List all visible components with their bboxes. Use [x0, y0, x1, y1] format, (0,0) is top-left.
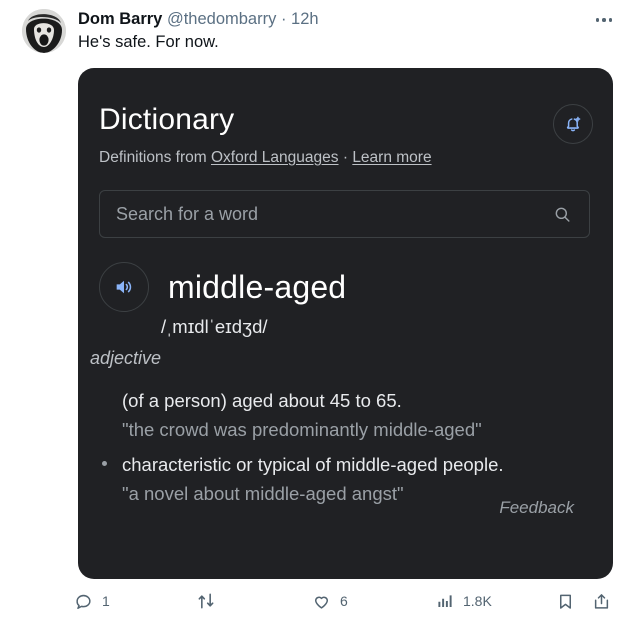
more-dot [602, 18, 606, 22]
views-button[interactable]: 1.8K [436, 586, 492, 616]
avatar[interactable] [22, 9, 66, 53]
attribution-separator: · [338, 149, 353, 166]
attribution-prefix: Definitions from [99, 149, 211, 166]
like-count: 6 [340, 593, 348, 609]
definition-list: (of a person) aged about 45 to 65. "the … [102, 386, 592, 517]
retweet-button[interactable] [196, 586, 225, 616]
bell-add-glyph [566, 116, 580, 131]
feedback-link[interactable]: Feedback [499, 498, 574, 518]
retweet-icon [198, 593, 214, 609]
definition-example: "the crowd was predominantly middle-aged… [122, 419, 482, 440]
bookmark-button[interactable] [556, 586, 584, 616]
definition-text: (of a person) aged about 45 to 65. [122, 390, 402, 411]
avatar-image [22, 9, 66, 53]
like-button[interactable]: 6 [312, 586, 348, 616]
views-count: 1.8K [463, 593, 492, 609]
heart-icon [314, 596, 329, 609]
share-button[interactable] [592, 586, 620, 616]
tweet-text: He's safe. For now. [78, 33, 219, 51]
timestamp[interactable]: 12h [291, 10, 319, 28]
dictionary-title: Dictionary [99, 103, 235, 136]
reply-button[interactable]: 1 [74, 586, 110, 616]
reply-count: 1 [102, 593, 110, 609]
tweet-author-line: Dom Barry @thedombarry · 12h [78, 9, 319, 29]
definition-item: (of a person) aged about 45 to 65. "the … [122, 386, 592, 444]
bookmark-icon [559, 594, 572, 609]
search-input[interactable]: Search for a word [99, 190, 590, 238]
headword-row: middle-aged [99, 260, 346, 314]
speaker-icon[interactable] [99, 262, 149, 312]
reply-icon [76, 594, 91, 609]
tweet-actions: 1 6 1.8K [0, 586, 634, 622]
headword: middle-aged [168, 269, 347, 305]
share-icon [594, 593, 609, 609]
definition-text: characteristic or typical of middle-aged… [122, 454, 504, 475]
tweet-header: Dom Barry @thedombarry · 12h He's safe. … [0, 0, 634, 66]
more-dot [608, 18, 613, 22]
user-handle[interactable]: @thedombarry [167, 10, 276, 28]
oxford-languages-link[interactable]: Oxford Languages [211, 149, 339, 166]
dictionary-card: Dictionary Definitions from Oxford Langu… [78, 68, 613, 579]
learn-more-link[interactable]: Learn more [352, 149, 431, 166]
display-name[interactable]: Dom Barry [78, 10, 162, 28]
search-icon[interactable] [553, 205, 572, 224]
part-of-speech: adjective [90, 348, 162, 368]
bullet-icon [102, 461, 107, 466]
dictionary-attribution: Definitions from Oxford Languages · Lear… [99, 148, 432, 167]
speaker-glyph [116, 280, 132, 294]
dot-separator: · [276, 10, 292, 28]
more-options-icon[interactable] [590, 10, 618, 30]
views-chart-icon [438, 595, 452, 607]
search-glyph [555, 207, 570, 222]
bell-add-icon[interactable] [553, 104, 593, 144]
search-placeholder: Search for a word [116, 203, 259, 224]
phonetic-transcription: /ˌmɪdlˈeɪdʒd/ [161, 316, 268, 337]
tweet-container: Dom Barry @thedombarry · 12h He's safe. … [0, 0, 634, 624]
more-dot [595, 18, 600, 22]
